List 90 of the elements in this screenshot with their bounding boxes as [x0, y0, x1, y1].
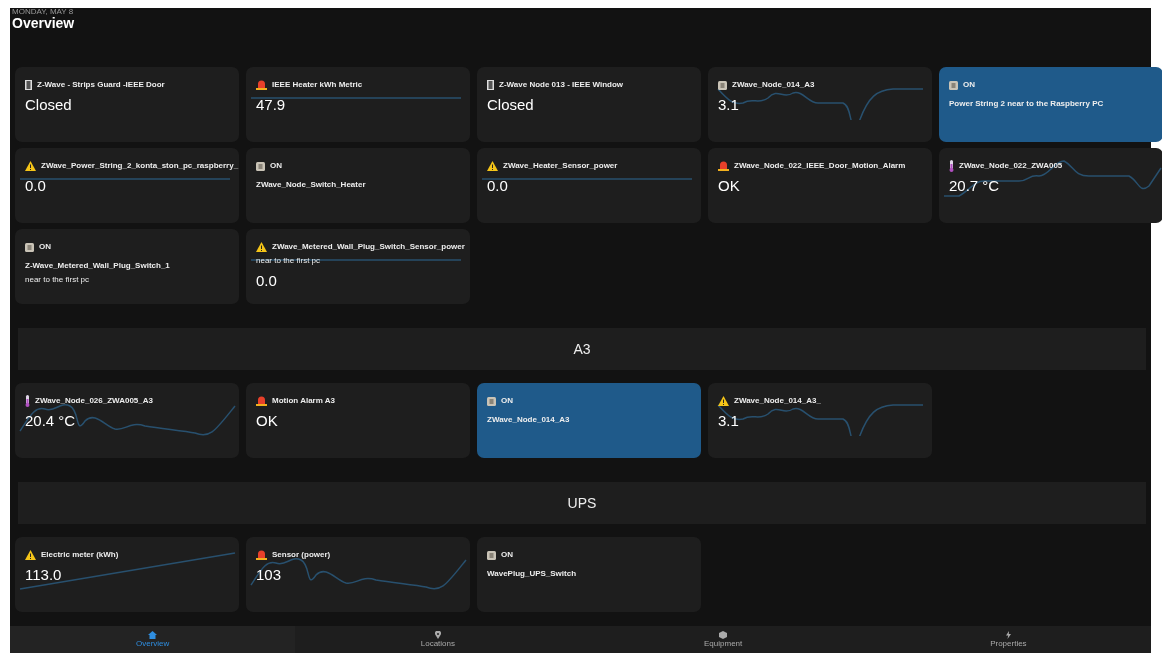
sensor-card[interactable]: ZWave_Metered_Wall_Plug_Switch_Sensor_power near to the first pc 0.0	[246, 229, 470, 304]
alarm-light-icon	[718, 161, 729, 171]
card-title: ZWave_Node_022_ZWA005	[959, 160, 1063, 172]
sensor-card[interactable]: Motion Alarm A3 OK	[246, 383, 470, 458]
switch-icon	[949, 80, 958, 90]
switch-icon	[256, 161, 265, 171]
device-name: Z-Wave_Metered_Wall_Plug_Switch_1	[25, 260, 170, 272]
sensor-card[interactable]: Z-Wave - Strips Guard -IEEE Door Closed	[15, 67, 239, 142]
card-title: ON	[270, 160, 282, 172]
section-heading-bar: A3	[18, 328, 1146, 370]
nav-tab[interactable]: Overview	[10, 626, 296, 653]
card-title: Motion Alarm A3	[272, 395, 335, 407]
card-title: Z-Wave Node 013 - IEEE Window	[499, 79, 624, 91]
warning-icon	[256, 242, 267, 252]
sensor-card[interactable]: ZWave_Node_014_A3 3.1	[708, 67, 932, 142]
map-pin-icon	[434, 631, 441, 639]
card-value: 3.1	[718, 95, 739, 115]
card-value: OK	[718, 176, 740, 196]
switch-icon	[487, 550, 496, 560]
nav-tab[interactable]: Locations	[295, 626, 581, 653]
sensor-card[interactable]: ZWave_Node_022_ZWA005 20.7 °C	[939, 148, 1162, 223]
card-value: 47.9	[256, 95, 286, 115]
card-title: Z-Wave - Strips Guard -IEEE Door	[37, 79, 165, 91]
card-title: IEEE Heater kWh Metric	[272, 79, 363, 91]
alarm-light-icon	[256, 396, 267, 406]
nav-tab[interactable]: Equipment	[580, 626, 866, 653]
device-name: WavePlug_UPS_Switch	[487, 568, 577, 580]
card-title: ON	[501, 549, 513, 561]
device-name: ZWave_Node_Switch_Heater	[256, 179, 366, 191]
sensor-card[interactable]: Z-Wave Node 013 - IEEE Window Closed	[477, 67, 701, 142]
sensor-card[interactable]: IEEE Heater kWh Metric 47.9	[246, 67, 470, 142]
card-title: ON	[501, 395, 513, 407]
card-title: ON	[39, 241, 51, 253]
card-title: Electric meter (kWh)	[41, 549, 119, 561]
switch-icon	[718, 80, 727, 90]
card-title: ON	[963, 79, 975, 91]
card-subtitle: near to the first pc	[25, 274, 90, 286]
cube-icon	[719, 631, 728, 639]
section-heading-bar: UPS	[18, 482, 1146, 524]
sensor-card[interactable]: ZWave_Node_022_IEEE_Door_Motion_Alarm OK	[708, 148, 932, 223]
sensor-card[interactable]: ON ZWave_Node_014_A3	[477, 383, 701, 458]
card-value: 0.0	[487, 176, 508, 196]
sensor-card[interactable]: ON WavePlug_UPS_Switch	[477, 537, 701, 612]
sensor-card[interactable]: ZWave_Heater_Sensor_power 0.0	[477, 148, 701, 223]
sensor-card[interactable]: Electric meter (kWh) 113.0	[15, 537, 239, 612]
sensor-card[interactable]: ON Power String 2 near to the Raspberry PC	[939, 67, 1162, 142]
card-title: ZWave_Node_026_ZWA005_A3	[35, 395, 153, 407]
thermometer-icon	[949, 160, 954, 172]
card-title: Sensor (power)	[272, 549, 331, 561]
thermometer-icon	[25, 395, 30, 407]
door-icon	[487, 80, 494, 90]
card-value: 20.7 °C	[949, 176, 1000, 196]
warning-icon	[487, 161, 498, 171]
sensor-card[interactable]: ON Z-Wave_Metered_Wall_Plug_Switch_1 near to the first pc	[15, 229, 239, 304]
card-title: ZWave_Node_022_IEEE_Door_Motion_Alarm	[734, 160, 906, 172]
card-title: ZWave_Metered_Wall_Plug_Switch_Sensor_power	[272, 241, 465, 253]
sensor-card[interactable]: ZWave_Node_026_ZWA005_A3 20.4 °C	[15, 383, 239, 458]
warning-icon	[718, 396, 729, 406]
card-value: Closed	[487, 95, 534, 115]
date-label: MONDAY, MAY 8	[12, 8, 75, 16]
card-value: OK	[256, 411, 278, 431]
sensor-card[interactable]: ON ZWave_Node_Switch_Heater	[246, 148, 470, 223]
sensor-card[interactable]: ZWave_Node_014_A3_ 3.1	[708, 383, 932, 458]
switch-icon	[487, 396, 496, 406]
card-title: ZWave_Node_014_A3	[732, 79, 815, 91]
card-value: 3.1	[718, 411, 739, 431]
page-title: Overview	[12, 16, 76, 30]
warning-icon	[25, 161, 36, 171]
card-value: Closed	[25, 95, 72, 115]
card-value: 0.0	[25, 176, 46, 196]
device-name: ZWave_Node_014_A3	[487, 414, 570, 426]
nav-tab[interactable]: Properties	[865, 626, 1151, 653]
alarm-light-icon	[256, 80, 267, 90]
card-value: 20.4 °C	[25, 411, 76, 431]
card-value: 103	[256, 565, 282, 585]
card-title: ZWave_Heater_Sensor_power	[503, 160, 618, 172]
bolt-icon	[1005, 631, 1011, 639]
sensor-card[interactable]: Sensor (power) 103	[246, 537, 470, 612]
card-title: ZWave_Power_String_2_konta_ston_pc_raspberry_	[41, 160, 239, 172]
card-title: ZWave_Node_014_A3_	[734, 395, 821, 407]
device-name: Power String 2 near to the Raspberry PC	[949, 98, 1104, 110]
door-icon	[25, 80, 32, 90]
sensor-card[interactable]: ZWave_Power_String_2_konta_ston_pc_raspberry_ 0.0	[15, 148, 239, 223]
home-icon	[148, 631, 158, 639]
card-subtitle: near to the first pc	[256, 255, 321, 267]
card-value: 0.0	[256, 271, 277, 291]
switch-icon	[25, 242, 34, 252]
card-value: 113.0	[25, 565, 62, 585]
warning-icon	[25, 550, 36, 560]
alarm-light-icon	[256, 550, 267, 560]
